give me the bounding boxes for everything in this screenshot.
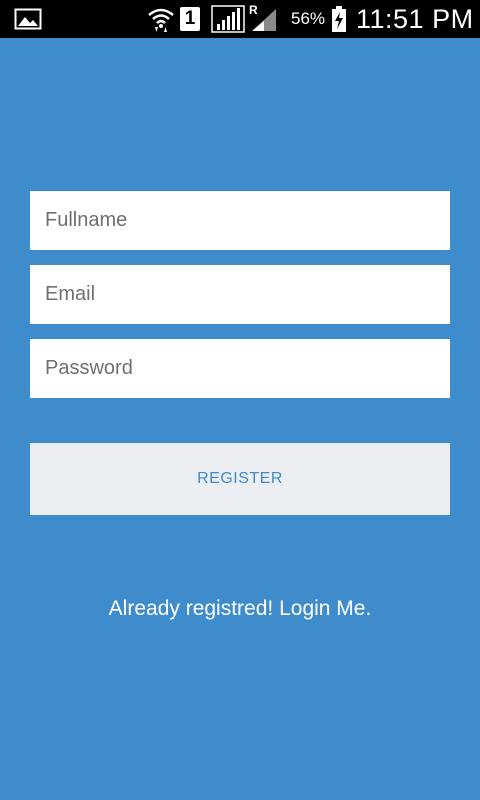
wifi-icon [148, 8, 174, 32]
signal-icon [211, 5, 245, 33]
gallery-icon [14, 8, 42, 30]
roaming-signal-icon [252, 9, 276, 31]
clock: 11:51 PM [356, 4, 474, 34]
login-link[interactable]: Already registred! Login Me. [0, 597, 480, 621]
register-button[interactable]: REGISTER [30, 443, 450, 515]
password-input[interactable] [30, 339, 450, 398]
fullname-input[interactable] [30, 191, 450, 250]
email-input[interactable] [30, 265, 450, 324]
battery-charging-icon [332, 6, 346, 32]
status-bar: 1 R 56% 11:51 PM [0, 0, 480, 38]
sim-slot-badge: 1 [180, 7, 200, 31]
battery-percent: 56% [291, 9, 326, 28]
